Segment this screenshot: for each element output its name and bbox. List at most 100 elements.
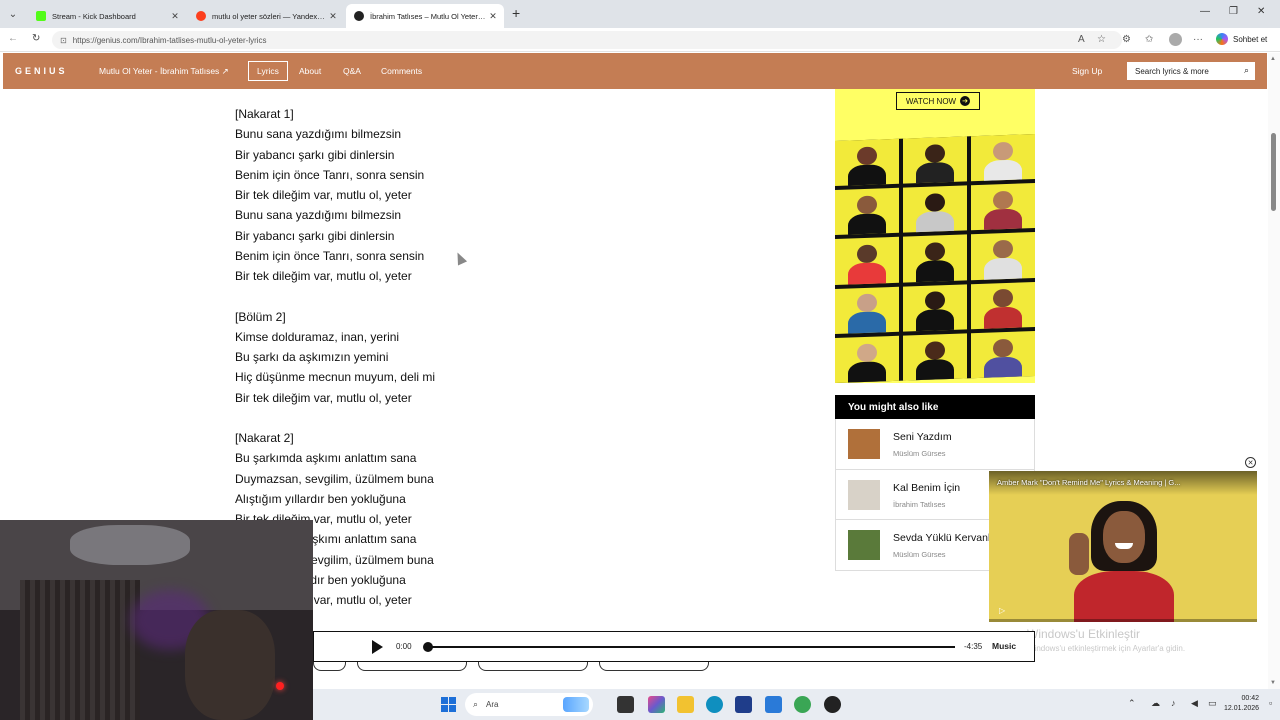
back-arrow-icon[interactable]: ← xyxy=(8,33,18,44)
scrollbar-thumb[interactable] xyxy=(1271,133,1276,211)
notifications-icon[interactable]: ▫ xyxy=(1269,698,1272,708)
close-tab-icon[interactable]: ✕ xyxy=(486,11,500,22)
seek-bar[interactable] xyxy=(427,646,955,648)
window-close-icon[interactable]: ✕ xyxy=(1257,6,1265,17)
song-title-link[interactable]: Mutlu Ol Yeter - İbrahim Tatlıses ↗ xyxy=(99,53,229,89)
lyrics-line[interactable] xyxy=(235,408,655,428)
lyrics-line[interactable] xyxy=(235,286,655,306)
clock-time: 00:42 xyxy=(1241,695,1260,702)
network-icon[interactable]: ▭ xyxy=(1208,698,1217,709)
lyrics-section-header[interactable]: [Bölüm 2] xyxy=(235,307,655,327)
genius-logo[interactable]: GENIUS xyxy=(15,66,68,76)
tab-qa[interactable]: Q&A xyxy=(343,53,361,89)
tab-comments[interactable]: Comments xyxy=(381,53,422,89)
lyrics-line[interactable]: Bir yabancı şarkı gibi dinlersin xyxy=(235,226,655,246)
file-explorer-icon[interactable] xyxy=(677,696,694,713)
genius-search-input[interactable]: Search lyrics & more ⌕ xyxy=(1127,62,1255,80)
tab-title: mutlu ol yeter sözleri — Yandex: 4... xyxy=(212,11,326,21)
more-options-icon[interactable]: ··· xyxy=(1193,34,1203,45)
floating-video-player[interactable]: Amber Mark "Don't Remind Me" Lyrics & Me… xyxy=(989,471,1257,622)
lyrics-line[interactable]: Benim için önce Tanrı, sonra sensin xyxy=(235,246,655,266)
profile-avatar-icon[interactable] xyxy=(1169,33,1182,46)
utorrent-icon[interactable] xyxy=(794,696,811,713)
lyrics-line[interactable]: Bir tek dileğim var, mutlu ol, yeter xyxy=(235,266,655,286)
lyrics-section-header[interactable]: [Nakarat 2] xyxy=(235,428,655,448)
read-aloud-icon[interactable]: A xyxy=(1078,34,1085,45)
close-tab-icon[interactable]: ✕ xyxy=(168,11,182,22)
lyrics-line[interactable]: Hiç düşünme mecnun muyum, deli mi xyxy=(235,367,655,387)
advertisement-banner[interactable]: WATCH NOW ➔ xyxy=(835,89,1035,383)
song-title: Seni Yazdım xyxy=(893,431,952,443)
lyrics-line[interactable]: Bunu sana yazdığımı bilmezsin xyxy=(235,205,655,225)
lyrics-line[interactable]: Benim için önce Tanrı, sonra sensin xyxy=(235,165,655,185)
edge-browser-icon[interactable] xyxy=(706,696,723,713)
site-info-icon[interactable]: ⊡ xyxy=(60,36,67,45)
lyrics-line[interactable]: Duymazsan, sevgilim, üzülmem buna xyxy=(235,469,655,489)
browser-tab-genius[interactable]: İbrahim Tatlıses – Mutlu Ol Yeter Ly... … xyxy=(346,4,504,28)
search-icon[interactable]: ⌕ xyxy=(1244,65,1249,76)
extensions-icon[interactable]: ⚙ xyxy=(1122,34,1131,45)
lyrics-line[interactable]: Bir yabancı şarkı gibi dinlersin xyxy=(235,145,655,165)
minimize-icon[interactable]: — xyxy=(1200,6,1210,17)
refresh-icon[interactable]: ↻ xyxy=(32,33,40,44)
task-view-icon[interactable] xyxy=(617,696,634,713)
windows-start-icon[interactable] xyxy=(441,697,456,712)
microphone-icon[interactable]: ♪ xyxy=(1171,698,1176,708)
ad-portrait-grid xyxy=(835,134,1035,383)
scroll-down-icon[interactable]: ▼ xyxy=(1270,680,1276,686)
search-placeholder: Search lyrics & more xyxy=(1135,66,1209,76)
obs-studio-icon[interactable] xyxy=(824,696,841,713)
lyrics-line[interactable]: Bir tek dileğim var, mutlu ol, yeter xyxy=(235,185,655,205)
seek-handle[interactable] xyxy=(423,642,433,652)
scroll-up-icon[interactable]: ▲ xyxy=(1270,56,1276,62)
video-progress-bar[interactable] xyxy=(989,619,1257,622)
browser-toolbar: ← ↻ ⊡ https://genius.com/Ibrahim-tatlise… xyxy=(0,28,1280,52)
genius-favicon-icon xyxy=(354,11,364,21)
store-app-icon[interactable] xyxy=(735,696,752,713)
action-pill[interactable] xyxy=(478,662,588,671)
tray-chevron-icon[interactable]: ⌃ xyxy=(1128,698,1136,709)
ad-portrait xyxy=(835,286,899,334)
tab-about[interactable]: About xyxy=(299,53,321,89)
lyrics-line[interactable]: Bu şarkımda aşkımı anlattım sana xyxy=(235,448,655,468)
lyrics-section-header[interactable]: [Nakarat 1] xyxy=(235,104,655,124)
copilot-chat-button[interactable]: Sohbet et xyxy=(1216,33,1267,45)
watch-now-button[interactable]: WATCH NOW ➔ xyxy=(896,92,980,110)
lyrics-line[interactable]: Bu şarkı da aşkımızın yemini xyxy=(235,347,655,367)
lyrics-line[interactable]: Alıştığım yıllardır ben yokluğuna xyxy=(235,489,655,509)
genius-header: GENIUS Mutlu Ol Yeter - İbrahim Tatlıses… xyxy=(3,53,1267,89)
maximize-icon[interactable]: ❐ xyxy=(1229,6,1238,17)
mail-app-icon[interactable] xyxy=(765,696,782,713)
tab-list-chevron-icon[interactable]: ⌄ xyxy=(4,5,22,23)
browser-tab-kick[interactable]: Stream - Kick Dashboard ✕ xyxy=(28,4,186,28)
action-pill[interactable] xyxy=(313,662,346,671)
close-tab-icon[interactable]: ✕ xyxy=(326,11,340,22)
taskbar-clock[interactable]: 00:42 12.01.2026 xyxy=(1224,694,1259,714)
action-pill[interactable] xyxy=(599,662,709,671)
apple-music-badge[interactable]: Music xyxy=(992,641,1016,651)
ad-portrait xyxy=(835,138,899,187)
favorites-bar-icon[interactable]: ✩ xyxy=(1145,34,1153,45)
favorite-star-icon[interactable]: ☆ xyxy=(1097,34,1106,45)
page-scrollbar[interactable]: ▲ ▼ xyxy=(1268,53,1280,689)
lyrics-line[interactable]: Bunu sana yazdığımı bilmezsin xyxy=(235,124,655,144)
recommended-song[interactable]: Seni Yazdım Müslüm Gürses xyxy=(835,419,1035,470)
lyrics-line[interactable]: Bir tek dileğim var, mutlu ol, yeter xyxy=(235,388,655,408)
volume-icon[interactable]: ◀ xyxy=(1191,698,1198,709)
play-icon[interactable] xyxy=(372,640,383,654)
tray-app-icon[interactable]: ☁ xyxy=(1151,698,1160,709)
video-title: Amber Mark "Don't Remind Me" Lyrics & Me… xyxy=(997,478,1181,487)
address-bar[interactable]: ⊡ https://genius.com/Ibrahim-tatlises-mu… xyxy=(52,31,1122,49)
close-video-icon[interactable]: ✕ xyxy=(1245,457,1256,468)
new-tab-plus-icon[interactable]: + xyxy=(512,5,520,21)
tab-lyrics[interactable]: Lyrics xyxy=(248,61,288,81)
video-play-icon[interactable]: ▷ xyxy=(999,606,1005,615)
widgets-app-icon[interactable] xyxy=(648,696,665,713)
lyrics-line[interactable]: Kimse dolduramaz, inan, yerini xyxy=(235,327,655,347)
kick-favicon-icon xyxy=(36,11,46,21)
taskbar-search[interactable]: ⌕ Ara xyxy=(465,693,593,716)
remaining-time: -4:35 xyxy=(964,642,983,651)
sign-up-link[interactable]: Sign Up xyxy=(1072,66,1102,76)
action-pill[interactable] xyxy=(357,662,467,671)
browser-tab-yandex[interactable]: mutlu ol yeter sözleri — Yandex: 4... ✕ xyxy=(188,4,344,28)
